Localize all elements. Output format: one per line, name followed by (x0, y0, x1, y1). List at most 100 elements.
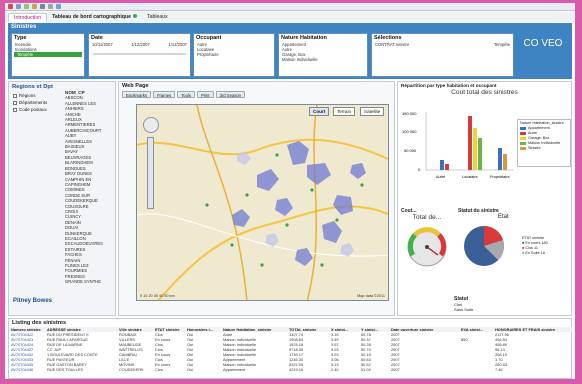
gauge-box: Cout... Total de... (401, 208, 453, 271)
x-label: Locataire (462, 175, 478, 179)
bar[interactable] (468, 116, 472, 170)
check-label: Départements (19, 100, 48, 105)
date-start[interactable]: 10/11/2007 (92, 42, 113, 47)
refresh-icon[interactable] (24, 4, 29, 9)
statut-item[interactable]: Sans Suite (454, 307, 569, 312)
export-icon[interactable] (40, 4, 45, 9)
pie-legend: ETAT sinistre ■ En cours 180 ■ Clos 11 ■… (522, 236, 548, 256)
nature-filter[interactable]: Nature Habitation Appartement Autre Gara… (278, 33, 368, 77)
print-button[interactable]: Print (196, 91, 214, 98)
date-end[interactable]: 1/12/2007 (168, 42, 187, 47)
listing-table: Numero sinistre ADRESSE sinistre Ville sin… (9, 327, 573, 372)
gauge-chart (407, 227, 447, 267)
checkbox-icon[interactable] (13, 93, 17, 98)
map-type-satellite[interactable]: Satellite (360, 107, 385, 116)
sinistres-title: Sinistres (11, 24, 37, 30)
print-icon[interactable] (48, 4, 53, 9)
bookmarks-button[interactable]: Bookmarks (122, 91, 151, 98)
tab-tableaux[interactable]: Tableaux (142, 13, 173, 21)
frames-button[interactable]: Frames (152, 91, 176, 98)
occupant-filter-title: Occupant (196, 35, 222, 41)
bar-chart: 150 000 100 000 50 000 0 Autre Locataire… (402, 111, 514, 179)
type-filter-title: Type (14, 35, 27, 41)
active-dot-icon (133, 14, 137, 18)
bar[interactable] (478, 138, 482, 170)
tab-cartographique[interactable]: Tableau de bord cartographique (47, 13, 142, 21)
type-filter[interactable]: Type Incendie Inondations Tempête (11, 33, 85, 77)
occupant-filter[interactable]: Occupant Autre Locataire Propriétaire (193, 33, 275, 77)
selection-value: Tempête (493, 42, 510, 47)
bar-chart-title: Cout total des sinistres (451, 89, 518, 96)
table-cell: 51.02 (361, 367, 371, 372)
bar[interactable] (498, 148, 502, 170)
nature-item[interactable]: Maison Individuelle (279, 57, 367, 62)
bookmark-icon[interactable] (56, 4, 61, 9)
map-type-terrain[interactable]: Terrain (333, 107, 356, 116)
statut-box: Statut Clos Sans Suite (454, 296, 569, 312)
close-icon[interactable] (8, 4, 13, 9)
nom-cp-items: ABSCON ALLENNES LES ANHIERS ANICHE ARLEUX ARM… (65, 95, 115, 284)
season-button[interactable]: 3rd Season (215, 91, 245, 98)
charts-panel: Répartition par type habitation et occup… (397, 81, 572, 316)
bar-panel-title: Répartition par type habitation et occup… (401, 83, 497, 88)
tab-introduction[interactable]: Introduction (8, 12, 48, 22)
date-range: 10/11/2007 1/12/2007 1/12/2007 (89, 42, 190, 47)
selections-title: Sélections (374, 35, 402, 41)
occupant-item[interactable]: Propriétaire (194, 52, 274, 57)
web-page-panel: Web Page Bookmarks Frames Tools Print 3r… (118, 81, 395, 316)
table-cell: 2007 (391, 367, 400, 372)
pie-legend-item[interactable]: ■ En Suite 16 (522, 251, 548, 256)
bar[interactable] (445, 164, 449, 170)
listing-panel: Listing des sinistres Numero sinistre ADR… (8, 318, 573, 379)
y-tick: 0 (418, 167, 421, 172)
bar[interactable] (440, 160, 444, 170)
checkbox-icon[interactable] (13, 100, 17, 105)
table-cell (459, 367, 493, 372)
pan-control[interactable] (143, 117, 159, 133)
gauge-label: Total de... (412, 214, 442, 221)
y-tick: 50 000 (404, 148, 417, 153)
legend-item[interactable]: Sinistre (520, 146, 568, 151)
web-toolbar: Bookmarks Frames Tools Print 3rd Season (119, 90, 394, 99)
table-cell: COUDEKERK (119, 367, 144, 372)
selection-field: CONTRAT sinistre (375, 42, 410, 47)
date-filter[interactable]: Date 10/11/2007 1/12/2007 1/12/2007 (88, 33, 191, 77)
selection-row[interactable]: CONTRAT sinistre Tempête (372, 42, 513, 47)
save-icon[interactable] (16, 4, 21, 9)
nom-cp-item[interactable]: GRANDE SYNTHE (65, 279, 115, 284)
table-cell: 7.46 (495, 367, 503, 372)
date-mid[interactable]: 1/12/2007 (131, 42, 150, 47)
zoom-slider[interactable] (147, 137, 154, 209)
x-label: Autre (436, 175, 445, 179)
map-view[interactable]: Court Terrain Satellite 0 10 20 30 40 50… (136, 104, 389, 301)
table-cell: RUE DES TOULLES (47, 367, 83, 372)
check-label: Code postaux (19, 107, 47, 112)
tools-button[interactable]: Tools (177, 91, 195, 98)
table-cell: Clos (155, 367, 163, 372)
table-cell: AV70704436 (11, 367, 34, 372)
top-toolbar (5, 3, 575, 11)
regions-panel: Regions et Dpt Régions Départements Code… (8, 81, 116, 316)
web-title: Web Page (122, 83, 149, 89)
filter-icon[interactable] (32, 4, 37, 9)
map-canvas (137, 105, 388, 300)
nature-filter-title: Nature Habitation (281, 35, 327, 41)
coveo-logo: CO VEO (523, 38, 563, 49)
pie-box: Statut du sinistre Etat ETAT sinistre ■ … (458, 208, 570, 272)
bar[interactable] (473, 128, 477, 170)
map-credit: Map data ©2011 (357, 294, 385, 298)
sheet-tabs: Introduction Tableau de bord cartographi… (5, 12, 575, 22)
sinistres-panel: Sinistres Type Incendie Inondations Temp… (8, 23, 572, 79)
map-type-court[interactable]: Court (309, 107, 330, 116)
app-window: Introduction Tableau de bord cartographi… (5, 3, 575, 379)
check-label: Régions (19, 93, 36, 98)
pie-chart (464, 226, 504, 266)
table-row[interactable]: AV70704436 RUE DES TOULLES COUDEKERK Clos Ou… (9, 367, 573, 372)
date-slider[interactable] (93, 53, 186, 55)
type-item-selected[interactable]: Tempête (14, 52, 82, 57)
listing-title: Listing des sinistres (12, 320, 67, 326)
checkbox-icon[interactable] (13, 107, 17, 112)
nom-cp-list[interactable]: NOM_CP ABSCON ALLENNES LES ANHIERS ANICHE AR… (65, 90, 115, 290)
bar[interactable] (503, 154, 507, 170)
y-tick: 100 000 (402, 129, 417, 134)
